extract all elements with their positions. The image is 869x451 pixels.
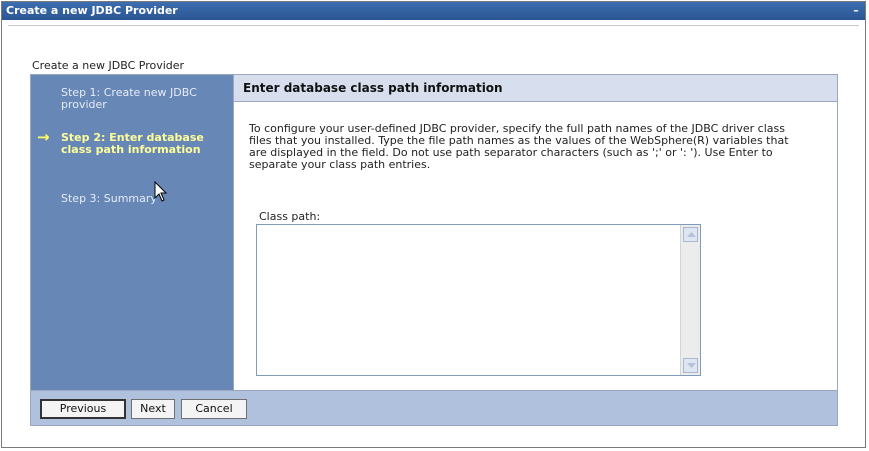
divider (8, 25, 859, 26)
scroll-down-icon[interactable] (683, 358, 698, 373)
step-2-class-path: Step 2: Enter database class path inform… (61, 131, 204, 156)
instructions-text: To configure your user-defined JDBC prov… (249, 122, 789, 171)
wizard-window: Create a new JDBC Provider – Create a ne… (1, 1, 866, 448)
class-path-input[interactable] (256, 224, 701, 376)
class-path-label: Class path: (259, 210, 321, 223)
window-title-bar: Create a new JDBC Provider – (2, 2, 865, 20)
wizard-steps-sidebar: Step 1: Create new JDBC provider → Step … (31, 75, 233, 391)
cancel-button[interactable]: Cancel (181, 399, 247, 419)
step-1-create-provider[interactable]: Step 1: Create new JDBC provider (61, 87, 223, 111)
page-title: Create a new JDBC Provider (32, 59, 185, 72)
mouse-cursor-icon (154, 180, 168, 203)
wizard-panel: Step 1: Create new JDBC provider → Step … (30, 74, 838, 426)
class-path-scrollbar[interactable] (680, 225, 700, 375)
scroll-up-icon[interactable] (683, 227, 698, 242)
previous-button[interactable]: Previous (40, 399, 126, 419)
window-title: Create a new JDBC Provider (6, 4, 178, 17)
minimize-icon[interactable]: – (851, 2, 861, 20)
wizard-content: Enter database class path information To… (233, 75, 837, 391)
content-header: Enter database class path information (234, 75, 837, 102)
arrow-right-icon: → (37, 128, 50, 146)
next-button[interactable]: Next (131, 399, 175, 419)
step-3-summary[interactable]: Step 3: Summary (61, 193, 223, 205)
wizard-footer: Previous Next Cancel (31, 390, 837, 425)
